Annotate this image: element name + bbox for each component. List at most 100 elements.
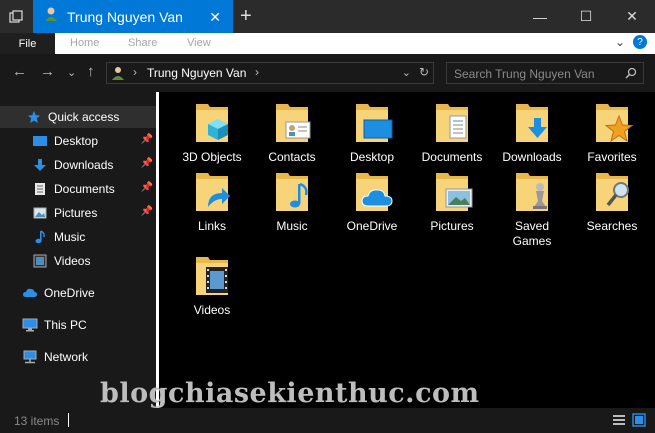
refresh-icon[interactable]: ↻ <box>419 65 429 79</box>
item-count: 13 items <box>14 414 60 428</box>
sidebar-item-documents[interactable]: Documents 📌 <box>0 178 156 200</box>
tab-share[interactable]: Share <box>128 37 157 49</box>
sidebar-item-label: Downloads <box>54 158 114 172</box>
sidebar-item-label: Videos <box>54 254 91 268</box>
folder-item-pictures[interactable]: Pictures <box>412 169 492 234</box>
sidebar-item-this-pc[interactable]: This PC <box>0 314 156 336</box>
address-bar[interactable]: › Trung Nguyen Van › ⌄ ↻ <box>106 62 434 84</box>
star-icon <box>26 109 42 125</box>
folder-label: Pictures <box>430 219 474 233</box>
music-icon <box>32 229 48 245</box>
searches-folder-icon <box>596 173 629 211</box>
ribbon: File Home Share View ⌄ ? <box>0 33 655 54</box>
folder-item-videos[interactable]: Videos <box>172 253 252 318</box>
tab-close-icon[interactable]: ✕ <box>209 9 221 26</box>
new-tab-button[interactable]: + <box>240 5 252 28</box>
download-icon <box>32 157 48 173</box>
search-placeholder: Search Trung Nguyen Van <box>454 67 595 81</box>
sidebar-item-desktop[interactable]: Desktop 📌 <box>0 130 156 152</box>
user-folder-icon <box>43 6 59 27</box>
pin-icon[interactable]: 📌 <box>141 134 153 145</box>
sidebar-item-label: Music <box>54 230 86 244</box>
desktop-icon <box>32 133 48 149</box>
sidebar-item-onedrive[interactable]: OneDrive <box>0 282 156 304</box>
sidebar-item-music[interactable]: Music <box>0 226 156 248</box>
sidebar-item-label: Pictures <box>54 206 98 220</box>
favorites-folder-icon <box>596 104 634 143</box>
status-bar: 13 items <box>0 408 655 433</box>
onedrive-folder-icon <box>356 173 393 211</box>
back-button[interactable]: ← <box>12 63 27 80</box>
folder-label: Favorites <box>587 150 637 164</box>
pin-icon[interactable]: 📌 <box>141 206 153 217</box>
videos-folder-icon <box>196 257 228 295</box>
folder-item-saved-games[interactable]: Saved Games <box>492 169 572 249</box>
tab-file[interactable]: File <box>0 33 55 54</box>
up-button[interactable]: ↑ <box>87 63 95 80</box>
address-path[interactable]: Trung Nguyen Van <box>147 66 246 80</box>
tab-title: Trung Nguyen Van <box>67 8 183 25</box>
folder-item-searches[interactable]: Searches <box>572 169 652 234</box>
downloads-folder-icon <box>516 104 548 142</box>
folder-item-onedrive[interactable]: OneDrive <box>332 169 412 234</box>
tab-home[interactable]: Home <box>70 37 99 49</box>
address-dropdown-icon[interactable]: ⌄ <box>402 66 411 79</box>
sidebar-item-pictures[interactable]: Pictures 📌 <box>0 202 156 224</box>
folder-item-3d-objects[interactable]: 3D Objects <box>172 100 252 165</box>
folder-item-favorites[interactable]: Favorites <box>572 100 652 165</box>
pin-icon[interactable]: 📌 <box>141 158 153 169</box>
3d-objects-folder-icon <box>196 104 228 142</box>
folder-label: Saved Games <box>512 219 552 248</box>
maximize-button[interactable]: ☐ <box>563 0 609 33</box>
help-icon[interactable]: ? <box>633 35 647 49</box>
address-chevron-icon[interactable]: › <box>255 65 259 79</box>
sidebar-item-label: This PC <box>44 318 87 332</box>
folder-label: OneDrive <box>346 219 398 233</box>
folder-label: Searches <box>586 219 638 233</box>
watermark: blogchiasekienthuc.com <box>100 378 480 409</box>
folder-label: Desktop <box>349 150 395 164</box>
sidebar-item-label: Network <box>44 350 89 364</box>
folder-item-documents[interactable]: Documents <box>412 100 492 165</box>
network-icon <box>22 349 38 365</box>
folder-item-contacts[interactable]: Contacts <box>252 100 332 165</box>
folder-label: Links <box>197 219 226 233</box>
links-folder-icon <box>196 173 230 211</box>
sidebar-item-label: OneDrive <box>44 286 95 300</box>
music-folder-icon <box>276 173 308 211</box>
details-view-icon[interactable] <box>612 413 626 427</box>
tab-active[interactable]: Trung Nguyen Van ✕ <box>33 0 233 33</box>
picture-icon <box>32 205 48 221</box>
sidebar-item-label: Quick access <box>48 110 120 124</box>
recent-locations-button[interactable]: ⌄ <box>67 66 76 79</box>
folder-item-music[interactable]: Music <box>252 169 332 234</box>
file-list: 3D Objects Contacts Desktop Documents Do… <box>159 92 655 408</box>
close-button[interactable]: ✕ <box>609 0 655 33</box>
file-explorer-window: Trung Nguyen Van ✕ + — ☐ ✕ File Home Sha… <box>0 0 655 433</box>
search-icon[interactable] <box>625 66 637 84</box>
computer-icon <box>22 317 38 333</box>
tab-view[interactable]: View <box>187 37 211 49</box>
sidebar-item-videos[interactable]: Videos <box>0 250 156 272</box>
search-input[interactable]: Search Trung Nguyen Van <box>446 62 644 84</box>
folder-item-links[interactable]: Links <box>172 169 252 234</box>
folder-label: Videos <box>193 303 231 317</box>
pin-icon[interactable]: 📌 <box>141 182 153 193</box>
folder-item-desktop[interactable]: Desktop <box>332 100 412 165</box>
sidebar-item-quick-access[interactable]: Quick access <box>0 106 156 128</box>
folder-item-downloads[interactable]: Downloads <box>492 100 572 165</box>
folder-label: Contacts <box>268 150 316 164</box>
large-icons-view-icon[interactable] <box>632 413 646 427</box>
sidebar-item-network[interactable]: Network <box>0 346 156 368</box>
cloud-icon <box>22 285 38 301</box>
sidebar-item-label: Desktop <box>54 134 99 148</box>
address-chevron-icon[interactable]: › <box>133 65 137 79</box>
sidebar-item-label: Documents <box>54 182 115 196</box>
contacts-folder-icon <box>276 104 311 142</box>
title-bar: Trung Nguyen Van ✕ + — ☐ ✕ <box>0 0 655 33</box>
ribbon-expand-icon[interactable]: ⌄ <box>615 35 625 49</box>
system-menu-icon[interactable] <box>0 0 32 33</box>
forward-button[interactable]: → <box>40 63 55 80</box>
minimize-button[interactable]: — <box>517 0 563 33</box>
sidebar-item-downloads[interactable]: Downloads 📌 <box>0 154 156 176</box>
